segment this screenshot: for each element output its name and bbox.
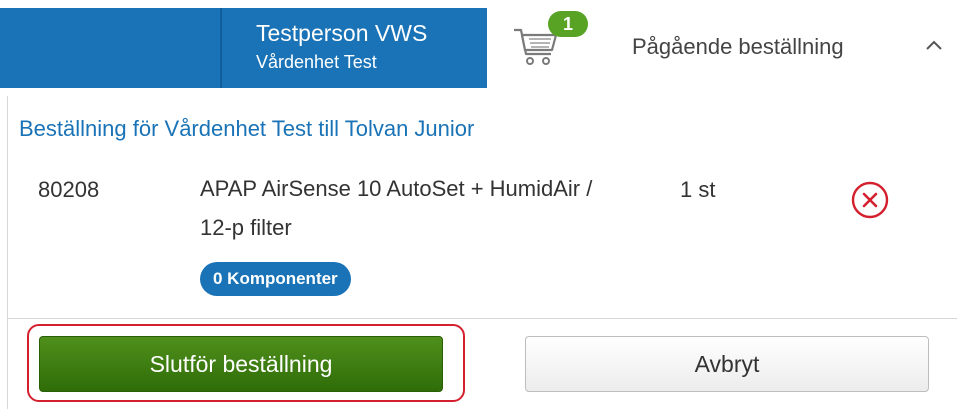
cart-count-badge: 1 bbox=[548, 11, 588, 37]
user-name: Testperson VWS bbox=[256, 20, 428, 46]
chevron-up-icon[interactable] bbox=[925, 38, 943, 52]
cart-title[interactable]: Pågående beställning bbox=[632, 34, 844, 60]
actions-separator bbox=[7, 318, 957, 319]
components-badge[interactable]: 0 Komponenter bbox=[200, 262, 351, 296]
panel-border bbox=[7, 96, 8, 409]
user-info-panel[interactable]: Testperson VWS Vårdenhet Test bbox=[0, 8, 487, 88]
article-quantity: 1 st bbox=[680, 177, 716, 202]
top-bar: Testperson VWS Vårdenhet Test 1 Pågående… bbox=[0, 0, 957, 96]
order-heading: Beställning för Vårdenhet Test till Tolv… bbox=[19, 116, 475, 141]
cancel-button[interactable]: Avbryt bbox=[525, 336, 929, 392]
finish-order-button[interactable]: Slutför beställning bbox=[39, 336, 443, 392]
user-unit: Vårdenhet Test bbox=[256, 52, 377, 72]
header-divider bbox=[220, 8, 222, 88]
remove-circle-x-icon[interactable] bbox=[850, 180, 890, 220]
article-number: 80208 bbox=[38, 177, 100, 202]
article-description: APAP AirSense 10 AutoSet + HumidAir / 12… bbox=[200, 176, 593, 240]
